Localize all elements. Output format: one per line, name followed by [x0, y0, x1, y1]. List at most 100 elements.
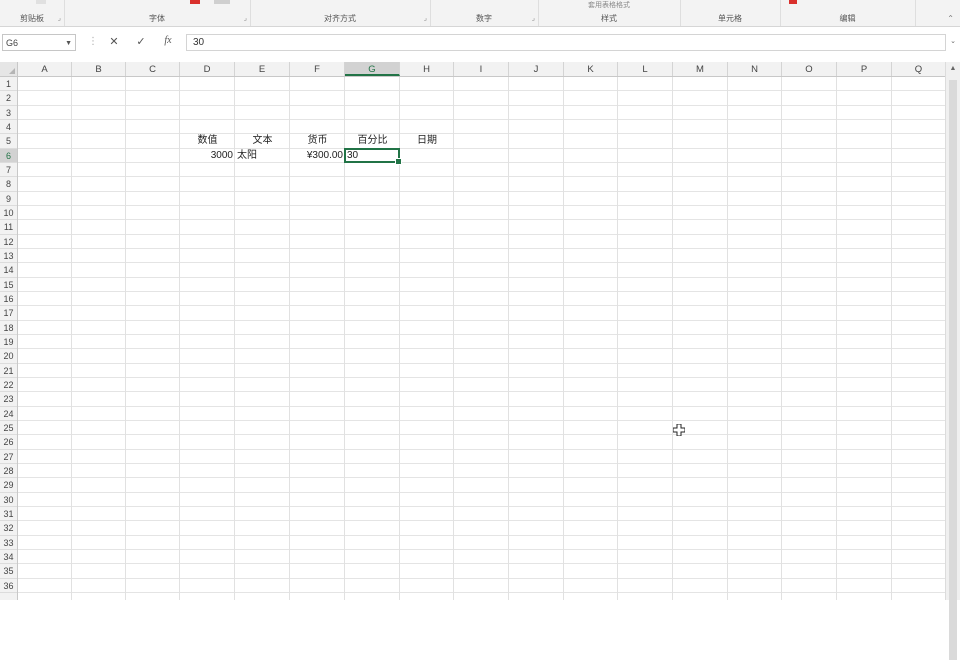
row-gridline [18, 419, 945, 421]
row-header-19[interactable]: 19 [0, 335, 17, 350]
row-header-1[interactable]: 1 [0, 77, 17, 92]
ribbon-group-clipboard: 剪贴板 ⌟ [0, 0, 65, 26]
column-header-d[interactable]: D [180, 62, 235, 76]
fill-handle[interactable] [395, 157, 402, 165]
column-header-l[interactable]: L [618, 62, 673, 76]
row-header-9[interactable]: 9 [0, 192, 17, 206]
dialog-launcher-icon[interactable]: ⌟ [58, 14, 61, 22]
row-header-30[interactable]: 30 [0, 493, 17, 507]
row-header-13[interactable]: 13 [0, 249, 17, 264]
column-gridline [617, 77, 618, 600]
row-header-5[interactable]: 5 [0, 134, 17, 149]
column-header-q[interactable]: Q [892, 62, 946, 76]
row-header-29[interactable]: 29 [0, 478, 17, 493]
row-header-14[interactable]: 14 [0, 263, 17, 278]
formula-input[interactable]: 30 [186, 34, 946, 51]
column-header-k[interactable]: K [564, 62, 618, 76]
active-cell-border [344, 147, 402, 165]
insert-function-icon[interactable]: fx [160, 35, 176, 46]
column-header-p[interactable]: P [837, 62, 892, 76]
row-gridline [18, 376, 945, 378]
row-gridline [18, 505, 945, 507]
name-box[interactable]: G6 ▼ [2, 34, 76, 51]
row-header-17[interactable]: 17 [0, 306, 17, 321]
row-header-22[interactable]: 22 [0, 378, 17, 393]
dialog-launcher-icon[interactable]: ⌟ [532, 14, 535, 22]
column-header-f[interactable]: F [290, 62, 345, 76]
row-header-23[interactable]: 23 [0, 392, 17, 407]
scrollbar-thumb[interactable] [949, 80, 957, 660]
column-header-j[interactable]: J [509, 62, 564, 76]
cross-cursor-icon [673, 424, 685, 436]
cancel-icon[interactable]: ✕ [106, 35, 122, 48]
row-header-27[interactable]: 27 [0, 450, 17, 464]
column-header-n[interactable]: N [728, 62, 782, 76]
row-header-28[interactable]: 28 [0, 464, 17, 479]
row-header-31[interactable]: 31 [0, 507, 17, 522]
ribbon: 剪贴板 ⌟ 字体 ⌟ 对齐方式 ⌟ 数字 ⌟ 套用表格格式 样式 单元格 编辑 … [0, 0, 960, 27]
row-header-4[interactable]: 4 [0, 120, 17, 135]
enter-icon[interactable]: ✓ [133, 35, 149, 48]
row-headers: 1 2 3 4 5 6 7 8 9 10 11 12 13 14 15 16 17 18 19 20 21 22 23 24 2… [0, 77, 18, 600]
cell-g5[interactable]: 百分比 [345, 134, 400, 148]
chevron-down-icon[interactable]: ▼ [65, 35, 72, 52]
cell-e6[interactable]: 太阳 [235, 149, 290, 163]
cell-f6[interactable]: ¥300.00 [290, 149, 345, 163]
expand-formula-bar-icon[interactable]: ⌄ [950, 37, 956, 45]
dialog-launcher-icon[interactable]: ⌟ [244, 14, 247, 22]
column-header-b[interactable]: B [72, 62, 126, 76]
column-header-c[interactable]: C [126, 62, 180, 76]
ribbon-group-styles: 套用表格格式 样式 [538, 0, 681, 26]
column-header-a[interactable]: A [18, 62, 72, 76]
column-gridline [453, 77, 454, 600]
row-gridline [18, 233, 945, 235]
row-header-2[interactable]: 2 [0, 91, 17, 106]
column-header-g[interactable]: G [345, 62, 400, 76]
cell-f5[interactable]: 货币 [290, 134, 345, 148]
column-header-e[interactable]: E [235, 62, 290, 76]
formula-bar-grip-icon[interactable]: ⋮ [88, 36, 98, 47]
row-gridline [18, 290, 945, 292]
cell-h5[interactable]: 日期 [400, 134, 454, 148]
row-header-20[interactable]: 20 [0, 349, 17, 364]
collapse-ribbon-icon[interactable]: ⌃ [947, 14, 954, 23]
row-header-35[interactable]: 35 [0, 564, 17, 579]
row-gridline [18, 176, 945, 178]
row-gridline [18, 118, 945, 120]
column-gridline [125, 77, 126, 600]
vertical-scrollbar[interactable]: ▲ [945, 62, 960, 660]
row-header-3[interactable]: 3 [0, 106, 17, 120]
column-header-h[interactable]: H [400, 62, 454, 76]
row-header-21[interactable]: 21 [0, 364, 17, 378]
row-header-10[interactable]: 10 [0, 206, 17, 221]
row-header-6[interactable]: 6 [0, 148, 17, 163]
row-header-8[interactable]: 8 [0, 177, 17, 192]
select-all-button[interactable] [0, 62, 18, 77]
row-header-32[interactable]: 32 [0, 521, 17, 536]
row-header-36[interactable]: 36 [0, 579, 17, 593]
row-header-7[interactable]: 7 [0, 163, 17, 178]
cell-e5[interactable]: 文本 [235, 134, 290, 148]
scroll-up-icon[interactable]: ▲ [946, 65, 960, 72]
column-header-i[interactable]: I [454, 62, 509, 76]
row-header-11[interactable]: 11 [0, 220, 17, 235]
row-header-34[interactable]: 34 [0, 550, 17, 565]
row-header-18[interactable]: 18 [0, 321, 17, 335]
row-header-26[interactable]: 26 [0, 435, 17, 450]
row-header-24[interactable]: 24 [0, 407, 17, 421]
formula-input-value: 30 [193, 37, 205, 48]
row-header-12[interactable]: 12 [0, 235, 17, 249]
row-gridline [18, 391, 945, 393]
row-header-25[interactable]: 25 [0, 421, 17, 436]
row-header-33[interactable]: 33 [0, 536, 17, 550]
row-header-16[interactable]: 16 [0, 292, 17, 307]
cell-grid[interactable]: 数值 文本 货币 百分比 日期 3000 太阳 ¥300.00 30 [18, 77, 945, 600]
ribbon-group-label: 对齐方式 [324, 14, 356, 23]
column-header-m[interactable]: M [673, 62, 728, 76]
row-header-15[interactable]: 15 [0, 278, 17, 292]
cell-d5[interactable]: 数值 [180, 134, 235, 148]
cell-d6[interactable]: 3000 [180, 149, 235, 163]
dialog-launcher-icon[interactable]: ⌟ [424, 14, 427, 22]
column-header-o[interactable]: O [782, 62, 837, 76]
format-as-table-button[interactable]: 套用表格格式 [538, 0, 680, 10]
